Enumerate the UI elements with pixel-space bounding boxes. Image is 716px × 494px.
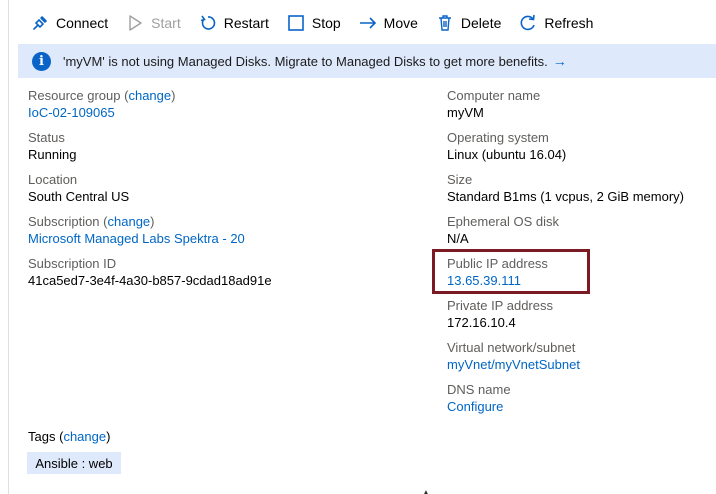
location-field: Location South Central US — [28, 172, 129, 205]
subscription-change-link[interactable]: change — [108, 214, 151, 229]
resource-group-field: Resource group (change) IoC-02-109065 — [28, 88, 176, 121]
refresh-icon — [519, 14, 537, 32]
start-label: Start — [151, 15, 181, 31]
restart-label: Restart — [223, 15, 269, 31]
arrow-right-icon[interactable]: → — [553, 53, 567, 69]
public-ip-highlight — [432, 249, 590, 294]
move-button[interactable]: Move — [359, 8, 418, 38]
dns-configure-link[interactable]: Configure — [447, 399, 511, 415]
arrow-right-icon — [359, 14, 377, 32]
private-ip-label: Private IP address — [447, 298, 553, 313]
status-label: Status — [28, 130, 65, 145]
computer-name-field: Computer name myVM — [447, 88, 540, 121]
resource-group-value[interactable]: IoC-02-109065 — [28, 105, 175, 121]
stop-icon — [287, 14, 305, 32]
move-label: Move — [383, 15, 418, 31]
status-value: Running — [28, 147, 77, 162]
computer-name-label: Computer name — [447, 88, 541, 103]
play-icon — [126, 14, 144, 32]
ephemeral-os-field: Ephemeral OS disk N/A — [447, 214, 559, 247]
vnet-field: Virtual network/subnet myVnet/myVnetSubn… — [447, 340, 580, 373]
size-field: Size Standard B1ms (1 vcpus, 2 GiB memor… — [447, 172, 684, 205]
os-field: Operating system Linux (ubuntu 16.04) — [447, 130, 566, 163]
banner-text: 'myVM' is not using Managed Disks. Migra… — [63, 53, 548, 69]
restart-icon — [199, 14, 217, 32]
status-field: Status Running — [28, 130, 76, 163]
start-button[interactable]: Start — [126, 8, 181, 38]
os-value: Linux (ubuntu 16.04) — [447, 147, 567, 162]
managed-disks-banner[interactable]: i 'myVM' is not using Managed Disks. Mig… — [18, 44, 716, 78]
resource-group-label: Resource group — [28, 88, 121, 103]
left-panel-edge — [0, 0, 9, 494]
command-bar: Connect Start Restart Stop Move Delete R… — [9, 0, 716, 46]
refresh-label: Refresh — [544, 15, 594, 31]
vnet-value[interactable]: myVnet/myVnetSubnet — [447, 357, 580, 373]
plug-icon — [31, 14, 49, 32]
ephemeral-os-value: N/A — [447, 231, 469, 246]
dns-label: DNS name — [447, 382, 511, 397]
private-ip-value: 172.16.10.4 — [447, 315, 516, 330]
subscription-id-value: 41ca5ed7-3e4f-4a30-b857-9cdad18ad91e — [28, 273, 272, 288]
os-label: Operating system — [447, 130, 549, 145]
restart-button[interactable]: Restart — [199, 8, 269, 38]
delete-label: Delete — [460, 15, 502, 31]
tags-change-link[interactable]: change — [63, 429, 106, 444]
ephemeral-os-label: Ephemeral OS disk — [447, 214, 559, 229]
subscription-id-field: Subscription ID 41ca5ed7-3e4f-4a30-b857-… — [28, 256, 272, 289]
stop-label: Stop — [311, 15, 341, 31]
refresh-button[interactable]: Refresh — [519, 8, 593, 38]
private-ip-field: Private IP address 172.16.10.4 — [447, 298, 553, 331]
stop-button[interactable]: Stop — [287, 8, 341, 38]
delete-button[interactable]: Delete — [436, 8, 501, 38]
subscription-id-label: Subscription ID — [28, 256, 117, 271]
computer-name-value: myVM — [447, 105, 484, 120]
tags-field: Tags (change) — [28, 429, 111, 444]
info-icon: i — [32, 51, 51, 71]
collapse-caret-icon[interactable]: ▲ — [421, 488, 431, 494]
connect-label: Connect — [56, 15, 109, 31]
size-label: Size — [447, 172, 473, 187]
vnet-label: Virtual network/subnet — [447, 340, 576, 355]
connect-button[interactable]: Connect — [31, 8, 108, 38]
vm-overview-page: Connect Start Restart Stop Move Delete R… — [0, 0, 716, 494]
tags-label: Tags — [28, 429, 56, 444]
resource-group-change-link[interactable]: change — [128, 88, 171, 103]
size-value: Standard B1ms (1 vcpus, 2 GiB memory) — [447, 189, 684, 204]
dns-field: DNS name Configure — [447, 382, 511, 415]
location-label: Location — [28, 172, 78, 187]
tag-pill[interactable]: Ansible : web — [27, 452, 121, 474]
subscription-field: Subscription (change) Microsoft Managed … — [28, 214, 245, 247]
location-value: South Central US — [28, 189, 130, 204]
trash-icon — [436, 14, 454, 32]
subscription-label: Subscription — [28, 214, 100, 229]
subscription-value[interactable]: Microsoft Managed Labs Spektra - 20 — [28, 231, 245, 247]
